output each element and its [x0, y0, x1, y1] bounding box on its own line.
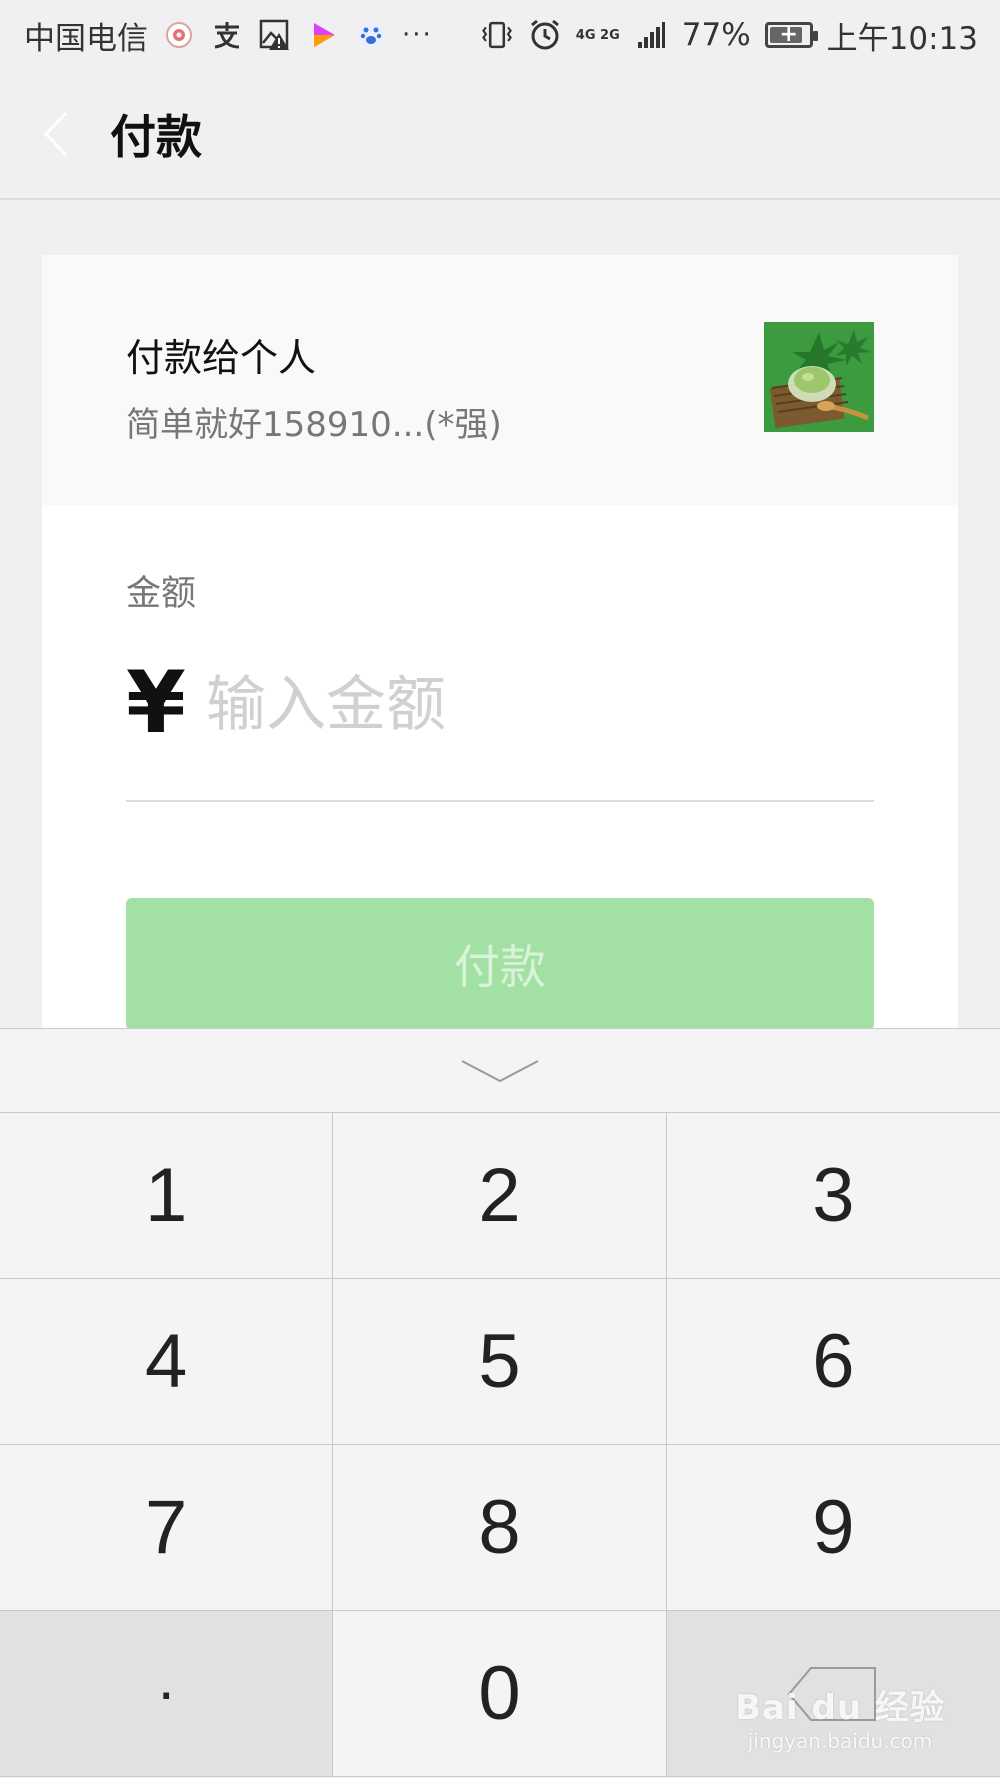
- key-3[interactable]: 3: [666, 1113, 1000, 1279]
- signal-icon: [634, 18, 668, 52]
- status-bar-left: 中国电信 ···: [24, 13, 433, 58]
- back-button[interactable]: [0, 69, 110, 199]
- key-7[interactable]: 7: [0, 1445, 334, 1611]
- key-4[interactable]: 4: [0, 1279, 334, 1445]
- battery-percent: 77%: [681, 17, 751, 53]
- payee-name: 简单就好158910...(*强): [126, 405, 502, 445]
- nav-bar: 付款: [0, 70, 1000, 200]
- image-alert-icon: [258, 18, 292, 52]
- weibo-icon: [162, 18, 196, 52]
- key-delete[interactable]: [666, 1611, 1000, 1777]
- numeric-keyboard: 1 2 3 4 5 6 7 8 9 . 0: [0, 1028, 1000, 1778]
- key-2[interactable]: 2: [333, 1113, 667, 1279]
- baidu-paw-icon: [354, 18, 388, 52]
- alipay-icon: [210, 18, 244, 52]
- amount-label: 金额: [126, 574, 197, 614]
- clock: 上午10:13: [826, 20, 978, 57]
- key-5[interactable]: 5: [333, 1279, 667, 1445]
- status-bar: 中国电信 ··· 4G 2G 77% + 上午10:13: [0, 0, 1000, 70]
- key-6[interactable]: 6: [666, 1279, 1000, 1445]
- payment-card: 付款给个人 简单就好158910...(*强) 金额 ¥ 付款: [42, 255, 958, 1035]
- keypad-grid: 1 2 3 4 5 6 7 8 9 . 0: [0, 1113, 1000, 1777]
- battery-charging-icon: +: [764, 22, 818, 48]
- status-bar-right: 4G 2G 77% + 上午10:13: [480, 13, 978, 58]
- vibrate-icon: [480, 18, 514, 52]
- pay-button[interactable]: 付款: [126, 898, 874, 1030]
- key-9[interactable]: 9: [666, 1445, 1000, 1611]
- key-0[interactable]: 0: [333, 1611, 667, 1777]
- payee-section: 付款给个人 简单就好158910...(*强): [42, 255, 958, 505]
- keyboard-collapse-button[interactable]: [0, 1029, 1000, 1113]
- network-type-label: 4G 2G: [575, 27, 620, 43]
- amount-input[interactable]: [206, 655, 866, 755]
- page-title: 付款: [110, 110, 202, 164]
- key-decimal[interactable]: .: [0, 1611, 334, 1777]
- key-1[interactable]: 1: [0, 1113, 334, 1279]
- carrier-label: 中国电信: [24, 20, 148, 57]
- avatar: [764, 322, 874, 432]
- chevron-down-icon: [461, 1059, 539, 1082]
- more-dots-icon: ···: [402, 20, 433, 50]
- backspace-icon: [788, 1666, 877, 1721]
- key-8[interactable]: 8: [333, 1445, 667, 1611]
- amount-divider: [126, 800, 874, 802]
- video-play-icon: [306, 18, 340, 52]
- alarm-icon: [528, 18, 562, 52]
- chevron-left-icon: [43, 111, 68, 157]
- currency-symbol: ¥: [126, 653, 186, 753]
- payee-title: 付款给个人: [126, 336, 317, 380]
